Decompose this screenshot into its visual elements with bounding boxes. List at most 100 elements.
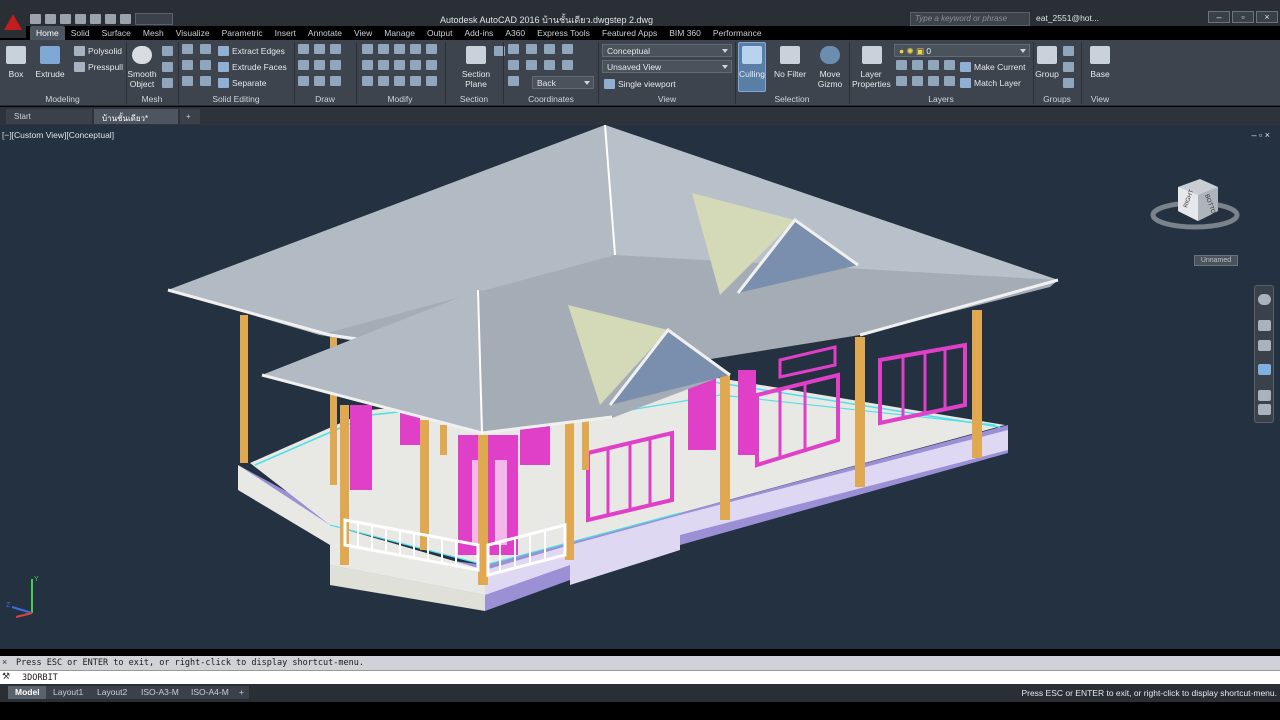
open-icon[interactable] [45, 14, 56, 24]
tab-solid[interactable]: Solid [65, 26, 96, 40]
union-icon[interactable] [182, 44, 193, 54]
user-account[interactable]: eat_2551@hot... [1036, 13, 1099, 23]
group-icon[interactable] [1037, 46, 1057, 64]
extrude-button[interactable]: Extrude [34, 69, 66, 79]
thicken-icon[interactable] [200, 76, 211, 86]
undo-icon[interactable] [105, 14, 116, 24]
group-selection-icon[interactable] [1063, 78, 1074, 88]
ucs-y-icon[interactable] [562, 44, 573, 54]
ungroup-icon[interactable] [1063, 46, 1074, 56]
rotate-icon[interactable] [410, 44, 421, 54]
command-input[interactable]: 3DORBIT [0, 670, 1280, 684]
layer-dropdown[interactable]: ● ✺ ▣ 0 [894, 44, 1030, 57]
showmotion-icon[interactable] [1258, 390, 1271, 401]
workspace-dropdown[interactable] [135, 13, 173, 25]
tab-surface[interactable]: Surface [96, 26, 137, 40]
navbar-options-icon[interactable] [1258, 404, 1271, 415]
tab-express-tools[interactable]: Express Tools [531, 26, 596, 40]
orbit-icon[interactable] [1258, 364, 1271, 375]
tab-home[interactable]: Home [30, 26, 65, 40]
subtract-icon[interactable] [182, 60, 193, 70]
3d-rotate-icon[interactable] [410, 76, 421, 86]
mesh-tool-icon[interactable] [162, 62, 173, 72]
named-ucs-dropdown[interactable]: Back [532, 76, 594, 89]
group-button[interactable]: Group [1032, 69, 1062, 79]
tab-parametric[interactable]: Parametric [216, 26, 269, 40]
erase-icon[interactable] [362, 76, 373, 86]
stretch-icon[interactable] [394, 44, 405, 54]
interfere-icon[interactable] [200, 60, 211, 70]
ucs-x-icon[interactable] [544, 44, 555, 54]
save-as-icon[interactable] [75, 14, 86, 24]
layer-lock-icon[interactable] [944, 60, 955, 70]
tab-view[interactable]: View [348, 26, 378, 40]
close-icon[interactable]: × [2, 657, 12, 668]
print-icon[interactable] [90, 14, 101, 24]
offset-icon[interactable] [426, 60, 437, 70]
minimize-button[interactable]: – [1208, 11, 1230, 23]
line-icon[interactable] [298, 44, 309, 54]
layer-freeze-icon[interactable] [928, 60, 939, 70]
polygon-icon[interactable] [298, 76, 309, 86]
tab-model[interactable]: Model [8, 686, 47, 699]
panel-label-draw[interactable]: Draw [295, 94, 355, 105]
smooth-object-button[interactable]: Smooth Object [126, 69, 158, 89]
box-icon[interactable] [6, 46, 26, 64]
panel-label-mesh[interactable]: Mesh [127, 94, 177, 105]
ellipse-icon[interactable] [314, 60, 325, 70]
move-gizmo-button[interactable]: Move Gizmo [812, 69, 848, 89]
3d-mirror-icon[interactable] [426, 76, 437, 86]
panel-label-solid-editing[interactable]: Solid Editing [179, 94, 293, 105]
extrude-faces-button[interactable]: Extrude Faces [218, 60, 287, 74]
close-window-button[interactable]: × [1256, 11, 1278, 23]
polyline-icon[interactable] [314, 44, 325, 54]
base-view-icon[interactable] [1090, 46, 1110, 64]
visual-style-dropdown[interactable]: Conceptual [602, 44, 732, 57]
circle-icon[interactable] [298, 60, 309, 70]
explode-icon[interactable] [378, 76, 389, 86]
region-icon[interactable] [330, 76, 341, 86]
array-icon[interactable] [410, 60, 421, 70]
tab-start[interactable]: Start [6, 109, 92, 124]
redo-icon[interactable] [120, 14, 131, 24]
intersect-icon[interactable] [182, 76, 193, 86]
tab-layout1[interactable]: Layout1 [46, 686, 91, 699]
panel-label-modeling[interactable]: Modeling [0, 94, 125, 105]
match-layer-button[interactable]: Match Layer [960, 76, 1021, 90]
hatch-icon[interactable] [314, 76, 325, 86]
tab-iso-a3-m[interactable]: ISO-A3-M [134, 686, 186, 699]
saved-view-dropdown[interactable]: Unsaved View [602, 60, 732, 73]
viewcube[interactable]: RIGHT BOTTOM [1150, 175, 1240, 235]
tab-performance[interactable]: Performance [707, 26, 768, 40]
panel-label-selection[interactable]: Selection [736, 94, 848, 105]
tab-insert[interactable]: Insert [269, 26, 302, 40]
section-plane-icon[interactable] [466, 46, 486, 64]
smooth-object-icon[interactable] [132, 46, 152, 64]
fillet-icon[interactable] [378, 60, 389, 70]
trim-icon[interactable] [362, 60, 373, 70]
no-filter-icon[interactable] [780, 46, 800, 64]
tab-featured-apps[interactable]: Featured Apps [596, 26, 663, 40]
tab-annotate[interactable]: Annotate [302, 26, 348, 40]
box-button[interactable]: Box [4, 69, 28, 79]
layer-unlock-icon[interactable] [944, 76, 955, 86]
save-icon[interactable] [60, 14, 71, 24]
new-icon[interactable] [30, 14, 41, 24]
maximize-button[interactable]: ▫ [1232, 11, 1254, 23]
tab-iso-a4-m[interactable]: ISO-A4-M [184, 686, 236, 699]
mesh-tool-icon[interactable] [162, 46, 173, 56]
viewport-configuration-button[interactable]: Single viewport [604, 77, 676, 91]
add-layout-button[interactable]: + [234, 686, 249, 699]
arc-icon[interactable] [330, 44, 341, 54]
layer-on-icon[interactable] [896, 76, 907, 86]
move-gizmo-icon[interactable] [820, 46, 840, 64]
copy-icon[interactable] [378, 44, 389, 54]
viewport-window-controls[interactable]: – ▫ × [1252, 130, 1270, 140]
layer-thaw-icon[interactable] [928, 76, 939, 86]
tab-mesh[interactable]: Mesh [137, 26, 170, 40]
polysolid-button[interactable]: Polysolid [74, 44, 122, 58]
wrench-icon[interactable]: ⚒ [2, 671, 12, 682]
ucs-object-icon[interactable] [562, 60, 573, 70]
layer-properties-icon[interactable] [862, 46, 882, 64]
panel-label-view[interactable]: View [599, 94, 735, 105]
